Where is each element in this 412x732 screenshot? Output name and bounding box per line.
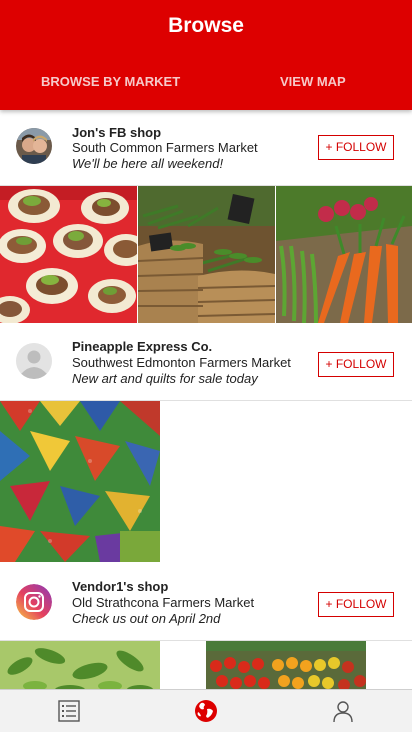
vendor-avatar — [16, 128, 52, 164]
vendor-photo-row — [0, 186, 412, 323]
quilt-photo[interactable] — [0, 401, 160, 562]
vendor-note: Check us out on April 2nd — [72, 611, 221, 626]
vendor-feed[interactable]: Jon's FB shop South Common Farmers Marke… — [0, 110, 412, 689]
vendor-photo-row — [0, 641, 412, 689]
plants-photo[interactable] — [0, 641, 160, 689]
vendor-note: We'll be here all weekend! — [72, 156, 224, 171]
vendor-card-jons-fb-shop[interactable]: Jon's FB shop South Common Farmers Marke… — [0, 110, 412, 186]
camera-app-icon — [16, 584, 52, 620]
page-title: Browse — [168, 14, 244, 37]
vendor-market: South Common Farmers Market — [72, 140, 258, 155]
app-screen: Browse BROWSE BY MARKET VIEW MAP Jon's F… — [0, 0, 412, 732]
follow-button[interactable]: + FOLLOW — [318, 592, 394, 617]
tab-browse-by-market[interactable]: BROWSE BY MARKET — [41, 74, 180, 89]
vegetable-baskets-photo[interactable] — [138, 186, 275, 323]
default-user-avatar-icon — [16, 343, 52, 379]
follow-button[interactable]: + FOLLOW — [318, 135, 394, 160]
vendor-photo-row — [0, 401, 412, 563]
tomatoes-photo[interactable] — [206, 641, 366, 689]
globe-icon[interactable] — [193, 698, 219, 724]
bottom-navigation-bar — [0, 689, 412, 732]
vendor-market: Southwest Edmonton Farmers Market — [72, 355, 291, 370]
vendor-note: New art and quilts for sale today — [72, 371, 258, 386]
carrots-radishes-photo[interactable] — [276, 186, 412, 323]
vendor-market: Old Strathcona Farmers Market — [72, 595, 255, 610]
profile-icon[interactable] — [330, 698, 356, 724]
tab-view-map[interactable]: VIEW MAP — [280, 74, 346, 89]
vendor-name[interactable]: Vendor1's shop — [72, 579, 168, 594]
tacos-photo[interactable] — [0, 186, 137, 323]
vendor-name[interactable]: Jon's FB shop — [72, 125, 161, 140]
follow-button[interactable]: + FOLLOW — [318, 352, 394, 377]
app-header: Browse BROWSE BY MARKET VIEW MAP — [0, 0, 412, 110]
vendor-card-pineapple-express[interactable]: Pineapple Express Co. Southwest Edmonton… — [0, 323, 412, 401]
list-icon[interactable] — [56, 698, 82, 724]
vendor-card-vendor1[interactable]: Vendor1's shop Old Strathcona Farmers Ma… — [0, 563, 412, 641]
vendor-name[interactable]: Pineapple Express Co. — [72, 339, 212, 354]
